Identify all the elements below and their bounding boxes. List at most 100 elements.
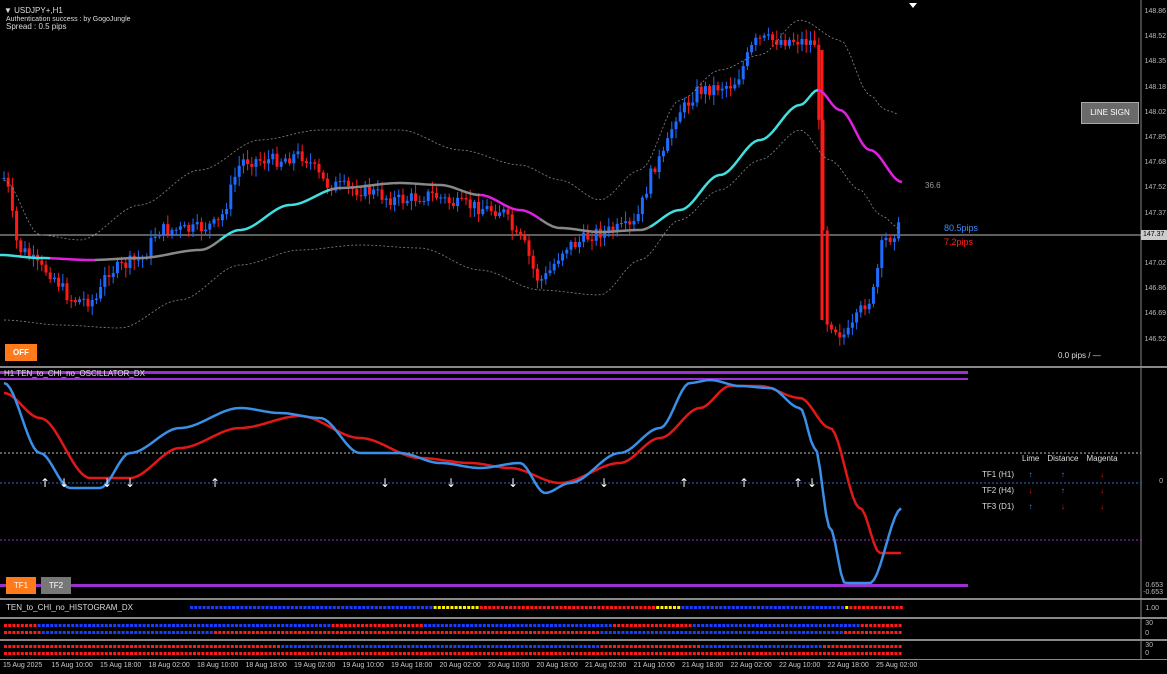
histogram-cell xyxy=(202,606,206,609)
histogram-cell xyxy=(832,606,836,609)
histogram-sub-pane-1[interactable]: 30 0 xyxy=(0,619,1167,639)
candle-body xyxy=(670,129,674,139)
tf1-button[interactable]: TF1 xyxy=(6,577,36,594)
histogram-cell xyxy=(461,645,465,648)
candle-body xyxy=(548,270,552,274)
candle-body xyxy=(384,198,388,200)
histogram-cell xyxy=(613,624,616,627)
histogram-cell xyxy=(163,652,167,655)
candle-body xyxy=(573,241,577,248)
histogram-cell xyxy=(638,645,642,648)
histogram-cell xyxy=(289,631,293,634)
histogram-cell xyxy=(470,631,474,634)
histogram-cell xyxy=(563,606,567,609)
histogram-cell xyxy=(327,652,331,655)
candle-body xyxy=(393,197,397,206)
histogram-cell xyxy=(62,624,66,627)
histogram-cell xyxy=(100,645,104,648)
histogram-cell xyxy=(617,631,621,634)
histogram-cell xyxy=(604,645,608,648)
tf2-button[interactable]: TF2 xyxy=(41,577,71,594)
histogram-cell xyxy=(726,624,730,627)
histogram-cell xyxy=(109,624,112,627)
histogram-cell xyxy=(684,631,688,634)
histogram-sub-pane-2[interactable]: 30 0 xyxy=(0,641,1167,659)
histogram-cell xyxy=(617,624,621,627)
histogram-cell xyxy=(466,645,469,648)
candle-body xyxy=(716,85,720,91)
off-button[interactable]: OFF xyxy=(5,344,37,361)
histogram-cell xyxy=(398,652,402,655)
histogram-cell xyxy=(558,631,562,634)
histogram-cell xyxy=(341,606,345,609)
histogram-cell xyxy=(755,631,759,634)
histogram-cell xyxy=(789,624,793,627)
histogram-cell xyxy=(323,645,327,648)
histogram-cell xyxy=(520,645,524,648)
histogram-cell xyxy=(344,652,348,655)
histogram-cell xyxy=(499,624,503,627)
candle-body xyxy=(409,193,413,201)
collapse-triangle-icon[interactable]: ▼ xyxy=(4,6,12,15)
histogram-cell xyxy=(209,645,213,648)
histogram-cell xyxy=(188,624,192,627)
histogram-cell xyxy=(96,645,100,648)
histogram-cell xyxy=(356,631,360,634)
histogram-cell xyxy=(677,606,681,609)
histogram-cell xyxy=(390,652,394,655)
histogram-cell xyxy=(428,645,432,648)
histogram-cell xyxy=(730,652,734,655)
histogram-cell xyxy=(352,652,356,655)
histogram-cell xyxy=(67,652,70,655)
histogram-cell xyxy=(310,631,314,634)
histogram-cell xyxy=(328,606,332,609)
histogram-cell xyxy=(530,606,534,609)
histogram-cell xyxy=(776,624,780,627)
arrow-up-icon: ↑ xyxy=(40,476,50,490)
price-chart-pane[interactable]: ▼ USDJPY+,H1 Authentication success : by… xyxy=(0,0,1167,366)
histogram-cell xyxy=(365,631,369,634)
histogram-cell xyxy=(764,624,768,627)
histogram-cell xyxy=(529,624,532,627)
histogram-cell xyxy=(891,606,895,609)
histogram-cell xyxy=(327,645,331,648)
histogram-cell xyxy=(554,652,558,655)
candle-body xyxy=(842,334,846,338)
candle-body xyxy=(296,151,300,155)
histogram-cell xyxy=(113,652,117,655)
histogram-cell xyxy=(853,606,857,609)
histogram-cell xyxy=(848,631,852,634)
histogram-cell xyxy=(873,652,877,655)
histogram-cell xyxy=(474,631,478,634)
histogram-cell xyxy=(869,631,873,634)
oscillator-pane[interactable]: ↑ ↓ ↓ ↓ ↑ ↓ ↓ ↓ ↓ ↑ ↑ ↑ ↓ H1 TEN_to_CHI_no_OSCILLATO… xyxy=(0,368,1167,598)
line-sign-button[interactable]: LINE SIGN xyxy=(1081,102,1139,124)
histogram-pane[interactable]: TEN_to_CHI_no_HISTOGRAM_DX 1.00 xyxy=(0,600,1167,617)
histogram-cell xyxy=(314,631,318,634)
histogram-cell xyxy=(323,624,327,627)
candle-body xyxy=(653,168,657,173)
histogram-cell xyxy=(184,652,188,655)
histogram-cell xyxy=(755,624,759,627)
histogram-cell xyxy=(408,606,412,609)
candle-body xyxy=(808,40,812,45)
histogram-cell xyxy=(323,631,327,634)
histogram-cell xyxy=(247,645,251,648)
candle-body xyxy=(619,223,623,225)
histogram-cell xyxy=(760,652,763,655)
histogram-cell xyxy=(844,624,847,627)
histogram-cell xyxy=(100,631,104,634)
histogram-cell xyxy=(814,624,818,627)
osc-axis-label: 0.653 xyxy=(1145,582,1163,589)
histogram-cell xyxy=(776,652,780,655)
histogram-cell xyxy=(121,645,125,648)
histogram-cell xyxy=(251,631,255,634)
histogram-cell xyxy=(503,624,507,627)
histogram-cell xyxy=(96,624,100,627)
histogram-cell xyxy=(29,645,33,648)
histogram-cell xyxy=(894,645,898,648)
histogram-cell xyxy=(239,645,243,648)
histogram-cell xyxy=(886,652,889,655)
candle-body xyxy=(376,189,380,191)
histogram-cell xyxy=(571,645,574,648)
